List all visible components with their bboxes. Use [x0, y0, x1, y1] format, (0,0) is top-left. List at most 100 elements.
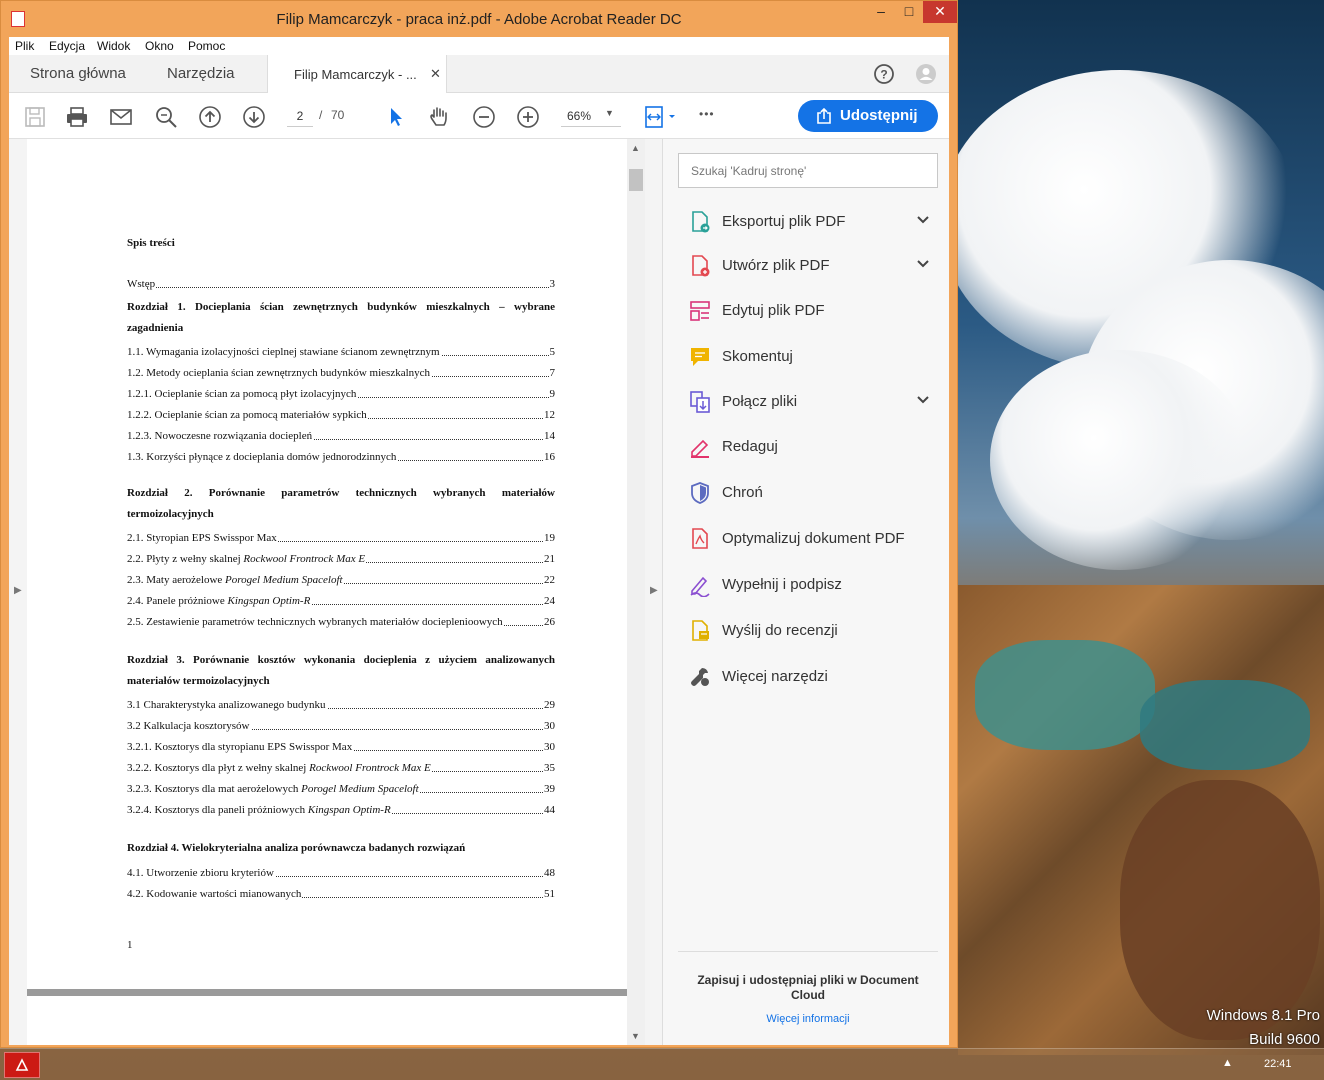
next-page-icon[interactable]: [242, 105, 266, 129]
menu-pomoc[interactable]: Pomoc: [188, 39, 225, 53]
tab-home[interactable]: Strona główna: [30, 65, 126, 82]
toc-entry[interactable]: 2.1. Styropian EPS Swisspor Max 19: [127, 532, 555, 544]
more-info-link[interactable]: Więcej informacji: [681, 1013, 935, 1025]
email-icon[interactable]: [109, 105, 133, 129]
toc-entry[interactable]: 3.2.1. Kosztorys dla styropianu EPS Swis…: [127, 741, 555, 753]
toc-entry-text: 3.2.4. Kosztorys dla paneli próżniowych …: [127, 804, 392, 816]
toc-entry[interactable]: 2.5. Zestawienie parametrów technicznych…: [127, 616, 555, 628]
help-icon[interactable]: ?: [873, 63, 895, 85]
edit-pdf-icon: [690, 301, 710, 321]
maximize-button[interactable]: □: [895, 1, 923, 23]
previous-page-icon[interactable]: [198, 105, 222, 129]
chevron-down-icon[interactable]: [915, 256, 931, 272]
chevron-down-icon[interactable]: [915, 212, 931, 228]
toc-entry-page: 19: [543, 532, 555, 544]
hand-tool-icon[interactable]: [427, 105, 451, 129]
print-icon[interactable]: [65, 105, 89, 129]
toc-title: Spis treści: [127, 237, 175, 249]
close-tab-icon[interactable]: ✕: [430, 66, 441, 82]
menu-widok[interactable]: Widok: [97, 39, 130, 53]
window-title: Filip Mamcarczyk - praca inż.pdf - Adobe…: [276, 11, 682, 28]
toc-entry-title: 3.1 Charakterystyka analizowanego budynk…: [127, 699, 326, 711]
toc-entry-text: 3.2 Kalkulacja kosztorysów: [127, 720, 251, 732]
pdf-page[interactable]: Spis treści 1 Wstęp 3 Rozdział 1. Dociepla…: [27, 139, 627, 1045]
taskbar-acrobat-button[interactable]: [4, 1052, 40, 1078]
toc-entry[interactable]: Wstęp 3: [127, 278, 555, 290]
tool-optimize-pdf[interactable]: Optymalizuj dokument PDF: [681, 521, 941, 557]
page-number-input[interactable]: 2: [287, 105, 313, 127]
toc-entry[interactable]: 3.2 Kalkulacja kosztorysów 30: [127, 720, 555, 732]
toc-entry[interactable]: 4.2. Kodowanie wartości mianowanych 51: [127, 888, 555, 900]
zoom-caret-icon[interactable]: ▼: [605, 108, 614, 118]
toc-entry-page: 14: [543, 430, 555, 442]
toc-entry[interactable]: 2.3. Maty aerożelowe Porogel Medium Spac…: [127, 574, 555, 586]
toc-entry[interactable]: 3.1 Charakterystyka analizowanego budynk…: [127, 699, 555, 711]
toc-entry-title: 1.1. Wymagania izolacyjności cieplnej st…: [127, 346, 440, 358]
tool-edit-pdf[interactable]: Edytuj plik PDF: [681, 293, 941, 329]
toc-entry[interactable]: 3.2.2. Kosztorys dla płyt z wełny skalne…: [127, 762, 555, 774]
toc-chapter-heading[interactable]: Rozdział 2. Porównanie parametrów techni…: [127, 483, 555, 525]
toc-entry[interactable]: 1.3. Korzyści płynące z docieplania domó…: [127, 451, 555, 463]
combine-files-icon: [690, 391, 710, 413]
menu-edycja[interactable]: Edycja: [49, 39, 85, 53]
title-bar[interactable]: Filip Mamcarczyk - praca inż.pdf - Adobe…: [1, 1, 957, 37]
toc-chapter-heading[interactable]: Rozdział 4. Wielokryterialna analiza por…: [127, 838, 555, 859]
toc-entry[interactable]: 1.2.2. Ocieplanie ścian za pomocą materi…: [127, 409, 555, 421]
tools-search-input[interactable]: Szukaj 'Kadruj stronę': [678, 153, 938, 188]
find-icon[interactable]: [154, 105, 178, 129]
scroll-up-icon[interactable]: ▲: [631, 143, 640, 153]
expand-left-icon[interactable]: ▶: [14, 585, 22, 596]
zoom-out-icon[interactable]: [472, 105, 496, 129]
tool-more-tools[interactable]: Więcej narzędzi: [681, 659, 941, 695]
save-icon[interactable]: [23, 105, 47, 129]
menu-okno[interactable]: Okno: [145, 39, 174, 53]
tool-create-pdf[interactable]: Utwórz plik PDF: [681, 248, 941, 284]
tool-protect[interactable]: Chroń: [681, 475, 941, 511]
share-button[interactable]: Udostępnij: [798, 100, 938, 132]
tool-export-pdf[interactable]: Eksportuj plik PDF: [681, 204, 941, 240]
toc-chapter-heading[interactable]: Rozdział 1. Docieplania ścian zewnętrzny…: [127, 297, 555, 339]
collapse-right-icon[interactable]: ▶: [650, 585, 658, 596]
tab-document[interactable]: Filip Mamcarczyk - ... ✕: [267, 55, 447, 93]
zoom-in-icon[interactable]: [516, 105, 540, 129]
toc-entry-title: 2.5. Zestawienie parametrów technicznych…: [127, 616, 503, 628]
left-panel-toggle[interactable]: ▶: [9, 139, 27, 1045]
toc-entry[interactable]: 1.2. Metody ocieplania ścian zewnętrznyc…: [127, 367, 555, 379]
right-panel-toggle[interactable]: ▶: [645, 139, 663, 1045]
tool-combine-files[interactable]: Połącz pliki: [681, 384, 941, 420]
chevron-down-icon[interactable]: [915, 392, 931, 408]
tool-fill-sign[interactable]: Wypełnij i podpisz: [681, 567, 941, 603]
toc-entry[interactable]: 1.2.1. Ocieplanie ścian za pomocą płyt i…: [127, 388, 555, 400]
close-button[interactable]: ✕: [923, 1, 957, 23]
tool-send-review[interactable]: Wyślij do recenzji: [681, 613, 941, 649]
scroll-down-icon[interactable]: ▼: [631, 1031, 640, 1041]
toc-entry[interactable]: 2.4. Panele próżniowe Kingspan Optim-R 24: [127, 595, 555, 607]
taskbar-clock[interactable]: 22:41: [1264, 1058, 1292, 1070]
minimize-button[interactable]: –: [867, 1, 895, 23]
comment-icon: [691, 348, 709, 366]
menu-plik[interactable]: Plik: [15, 39, 34, 53]
toc-entry[interactable]: 2.2. Płyty z wełny skalnej Rockwool Fron…: [127, 553, 555, 565]
toc-entry-page: 3: [548, 278, 555, 290]
tab-tools[interactable]: Narzędzia: [167, 65, 235, 82]
toc-entry[interactable]: 1.1. Wymagania izolacyjności cieplnej st…: [127, 346, 555, 358]
tray-expand-icon[interactable]: ▲: [1222, 1057, 1233, 1069]
next-pdf-page[interactable]: [27, 996, 627, 1045]
toc-entry[interactable]: 3.2.3. Kosztorys dla mat aerożelowych Po…: [127, 783, 555, 795]
toc-entry-text: 3.2.2. Kosztorys dla płyt z wełny skalne…: [127, 762, 432, 774]
document-viewer[interactable]: ▶ Spis treści 1 Wstęp 3 Rozdział 1. Dociep…: [9, 139, 663, 1045]
toc-entry[interactable]: 1.2.3. Nowoczesne rozwiązania dociepleń 1…: [127, 430, 555, 442]
account-icon[interactable]: [915, 63, 937, 85]
tool-redact[interactable]: Redaguj: [681, 429, 941, 465]
tool-comment[interactable]: Skomentuj: [681, 339, 941, 375]
vertical-scrollbar[interactable]: ▲ ▼: [627, 139, 645, 1045]
page-fit-icon[interactable]: [643, 105, 679, 129]
toc-chapter-heading[interactable]: Rozdział 3. Porównanie kosztów wykonania…: [127, 650, 555, 692]
toc-entry[interactable]: 3.2.4. Kosztorys dla paneli próżniowych …: [127, 804, 555, 816]
toc-entry-product: Rockwool Frontrock Max E: [243, 553, 366, 565]
toc-entry[interactable]: 4.1. Utworzenie zbioru kryteriów 48: [127, 867, 555, 879]
tab-bar: Strona główna Narzędzia Filip Mamcarczyk…: [9, 55, 949, 93]
select-tool-icon[interactable]: [384, 105, 408, 129]
more-tools-button[interactable]: •••: [699, 107, 715, 121]
scroll-thumb[interactable]: [629, 169, 643, 191]
